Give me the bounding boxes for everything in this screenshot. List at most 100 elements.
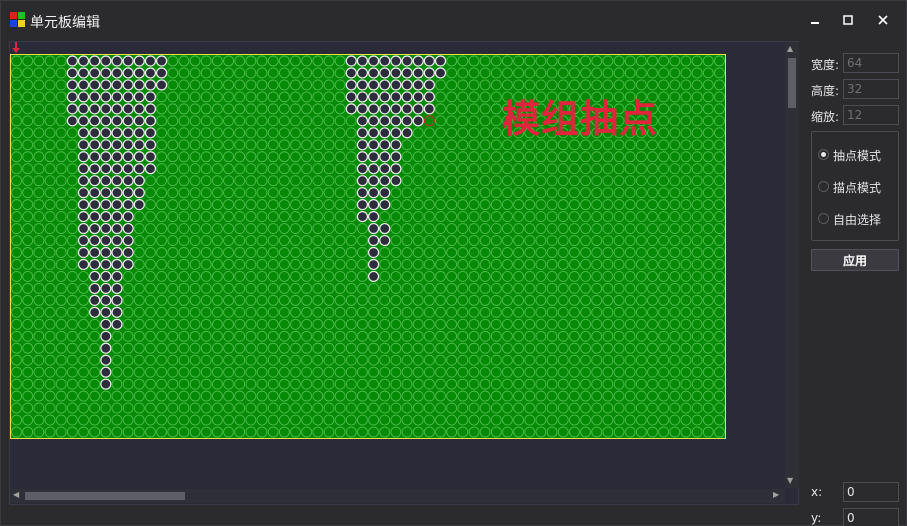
led-pixel[interactable] — [669, 67, 681, 79]
led-pixel[interactable] — [568, 390, 580, 402]
led-pixel[interactable] — [535, 426, 547, 438]
led-pixel[interactable] — [479, 354, 491, 366]
led-pixel[interactable] — [412, 354, 424, 366]
led-pixel[interactable] — [55, 115, 67, 127]
led-pixel[interactable] — [412, 223, 424, 234]
led-pixel[interactable] — [167, 390, 179, 402]
led-pixel[interactable] — [479, 342, 491, 354]
led-pixel[interactable] — [256, 175, 268, 187]
led-pixel[interactable] — [680, 115, 692, 127]
led-pixel[interactable] — [167, 91, 179, 103]
led-pixel[interactable] — [211, 390, 223, 402]
led-pixel[interactable] — [55, 175, 67, 187]
led-pixel[interactable] — [669, 151, 681, 163]
led-pixel[interactable] — [680, 414, 692, 426]
led-pixel[interactable] — [446, 79, 458, 91]
led-pixel-selected[interactable] — [368, 163, 380, 175]
led-pixel[interactable] — [356, 235, 368, 246]
led-pixel[interactable] — [323, 67, 335, 79]
led-pixel[interactable] — [568, 294, 580, 306]
led-pixel[interactable] — [345, 282, 357, 294]
led-pixel[interactable] — [468, 270, 480, 282]
led-pixel[interactable] — [713, 247, 725, 258]
led-pixel[interactable] — [502, 342, 513, 354]
led-pixel[interactable] — [145, 247, 156, 258]
led-pixel[interactable] — [245, 390, 257, 402]
led-pixel[interactable] — [613, 223, 625, 234]
led-pixel[interactable] — [44, 426, 56, 438]
led-pixel[interactable] — [256, 282, 268, 294]
led-pixel[interactable] — [479, 91, 491, 103]
led-pixel[interactable] — [669, 414, 681, 426]
led-pixel[interactable] — [323, 390, 335, 402]
led-pixel-selected[interactable] — [122, 175, 134, 187]
led-pixel[interactable] — [11, 127, 23, 139]
led-pixel-selected[interactable] — [390, 151, 402, 163]
led-pixel[interactable] — [602, 163, 614, 175]
led-pixel[interactable] — [502, 402, 513, 414]
led-pixel[interactable] — [323, 175, 335, 187]
led-pixel[interactable] — [145, 175, 156, 187]
led-pixel[interactable] — [446, 247, 458, 258]
led-pixel[interactable] — [156, 378, 168, 390]
led-pixel[interactable] — [513, 223, 525, 234]
led-pixel[interactable] — [33, 390, 45, 402]
led-pixel[interactable] — [11, 175, 23, 187]
led-pixel[interactable] — [468, 354, 480, 366]
led-pixel[interactable] — [200, 414, 212, 426]
led-pixel[interactable] — [156, 163, 168, 175]
led-pixel[interactable] — [647, 259, 658, 270]
led-pixel[interactable] — [669, 103, 681, 115]
led-pixel[interactable] — [66, 306, 78, 318]
led-pixel-selected[interactable] — [111, 246, 123, 259]
led-pixel-selected[interactable] — [401, 79, 413, 91]
led-pixel[interactable] — [178, 187, 190, 199]
led-pixel[interactable] — [133, 414, 145, 426]
led-pixel[interactable] — [211, 199, 223, 211]
led-pixel[interactable] — [412, 175, 424, 187]
led-pixel[interactable] — [178, 378, 190, 390]
led-pixel[interactable] — [78, 390, 89, 402]
led-pixel[interactable] — [457, 175, 469, 187]
led-pixel[interactable] — [624, 151, 636, 163]
led-pixel[interactable] — [211, 103, 223, 115]
led-pixel[interactable] — [356, 270, 368, 282]
led-pixel[interactable] — [256, 235, 268, 246]
led-pixel[interactable] — [635, 223, 647, 234]
led-pixel[interactable] — [535, 55, 547, 67]
led-pixel[interactable] — [713, 294, 725, 306]
led-pixel[interactable] — [468, 378, 480, 390]
led-pixel[interactable] — [345, 426, 357, 438]
scroll-right-icon[interactable]: ▶ — [773, 490, 779, 499]
led-pixel[interactable] — [412, 378, 424, 390]
led-pixel-selected[interactable] — [111, 175, 123, 187]
led-pixel[interactable] — [602, 342, 614, 354]
led-pixel[interactable] — [568, 402, 580, 414]
led-pixel[interactable] — [490, 223, 502, 234]
led-pixel[interactable] — [234, 151, 246, 163]
led-pixel-selected[interactable] — [133, 79, 145, 91]
led-pixel-selected[interactable] — [77, 199, 90, 211]
led-pixel[interactable] — [457, 139, 469, 151]
led-pixel[interactable] — [200, 342, 212, 354]
led-pixel[interactable] — [435, 402, 446, 414]
led-pixel[interactable] — [234, 282, 246, 294]
led-pixel[interactable] — [557, 187, 569, 199]
led-pixel[interactable] — [200, 366, 212, 378]
led-pixel-selected[interactable] — [89, 79, 101, 91]
led-pixel[interactable] — [635, 235, 647, 246]
radio-unselected-icon[interactable] — [818, 181, 829, 192]
led-pixel-selected[interactable] — [390, 103, 402, 115]
led-pixel-selected[interactable] — [401, 55, 413, 67]
led-pixel[interactable] — [234, 211, 246, 223]
led-pixel[interactable] — [133, 211, 145, 223]
led-pixel[interactable] — [167, 223, 179, 234]
led-pixel[interactable] — [568, 330, 580, 342]
led-pixel[interactable] — [278, 163, 290, 175]
led-pixel[interactable] — [66, 330, 78, 342]
led-pixel[interactable] — [647, 270, 658, 282]
led-pixel[interactable] — [490, 163, 502, 175]
led-pixel[interactable] — [546, 294, 558, 306]
led-pixel-selected[interactable] — [89, 211, 101, 223]
led-pixel-selected[interactable] — [412, 91, 424, 103]
